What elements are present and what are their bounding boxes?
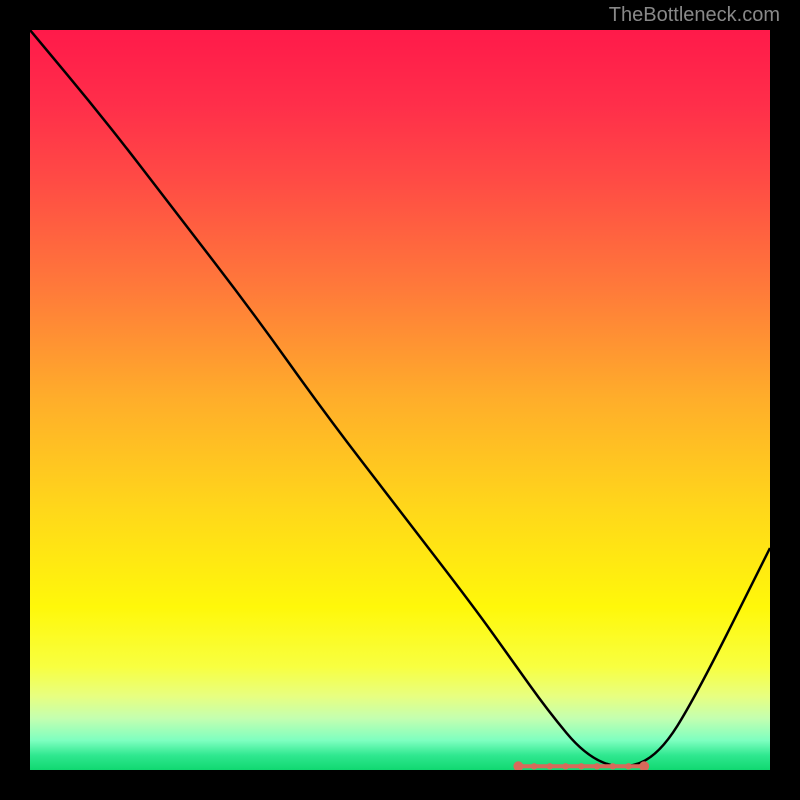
watermark-text: TheBottleneck.com [609,4,780,27]
optimal-zone-markers [513,761,649,770]
curve-overlay [30,30,770,770]
chart-plot-area [30,30,770,770]
bottleneck-curve-line [30,30,770,766]
